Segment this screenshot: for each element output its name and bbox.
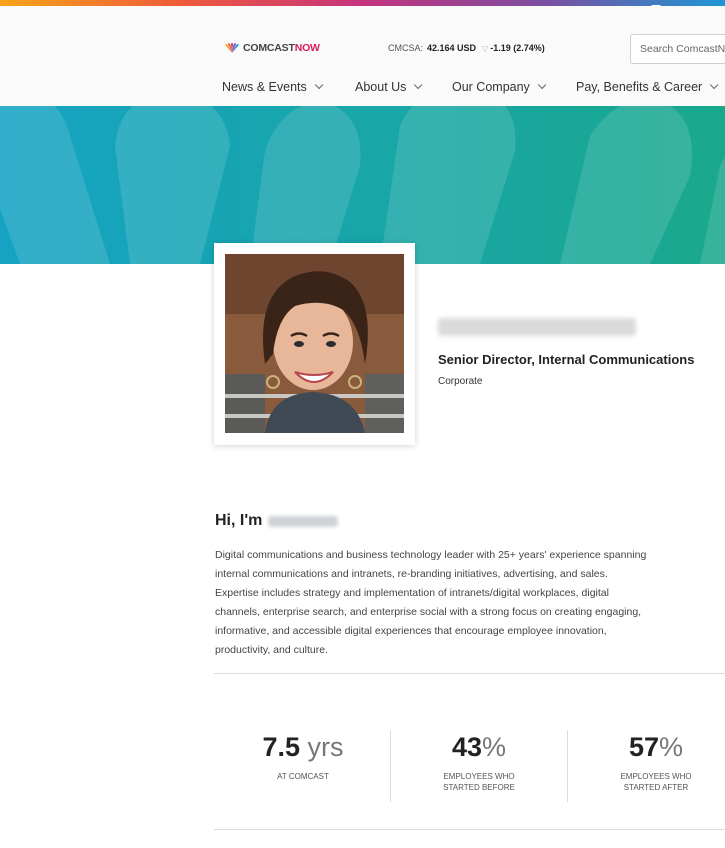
nav-label: Pay, Benefits & Career — [576, 80, 703, 94]
search-placeholder: Search ComcastNow — [640, 43, 725, 55]
bio-line: channels, enterprise search, and enterpr… — [215, 606, 642, 618]
peacock-icon — [225, 43, 239, 53]
logo-text-comcast: COMCAST — [243, 42, 295, 54]
stat-unit: % — [659, 732, 684, 762]
triangle-down-icon: ▽ — [482, 43, 489, 53]
stock-ticker: CMCSA: 42.164 USD ▽ -1.19 (2.74%) — [388, 43, 545, 53]
stat-separator — [567, 730, 568, 802]
nav-label: Our Company — [452, 80, 530, 94]
site-header: COMCAST NOW CMCSA: 42.164 USD ▽ -1.19 (2… — [0, 6, 725, 106]
stat-label: AT COMCAST — [277, 772, 329, 781]
nav-our-company[interactable]: Our Company — [452, 80, 547, 94]
redacted-first-name — [268, 515, 339, 527]
ticker-symbol: CMCSA: — [388, 43, 424, 53]
bio-line: Digital communications and business tech… — [215, 549, 647, 561]
stat-started-after: 57% EMPLOYEES WHO STARTED AFTER — [581, 730, 725, 793]
chevron-down-icon — [710, 80, 719, 90]
stat-number: 43 — [451, 732, 483, 762]
chevron-down-icon — [314, 80, 324, 90]
search-input[interactable]: Search ComcastNow — [630, 34, 725, 64]
stat-value: 43% — [404, 730, 554, 764]
hero-feather-pattern — [0, 106, 725, 264]
ticker-price: 42.164 USD — [427, 43, 477, 53]
stat-number: 57 — [628, 732, 660, 762]
stat-value: 57% — [581, 730, 725, 764]
greeting-text: Hi, I'm — [215, 512, 263, 529]
department: Corporate — [438, 376, 483, 387]
nav-news-events[interactable]: News & Events — [222, 80, 324, 94]
nav-pay-benefits-career[interactable]: Pay, Benefits & Career — [576, 80, 719, 94]
bio-line: informative, and accessible digital expe… — [215, 625, 607, 637]
profile-hero-banner — [0, 106, 725, 264]
stat-number: 7.5 — [262, 732, 301, 762]
stat-separator — [390, 730, 391, 802]
chevron-down-icon — [537, 80, 547, 90]
stat-started-before: 43% EMPLOYEES WHO STARTED BEFORE — [404, 730, 554, 793]
job-title: Senior Director, Internal Communications — [438, 352, 695, 367]
bio-text: Digital communications and business tech… — [215, 546, 725, 660]
bio-line: productivity, and culture. — [215, 644, 329, 656]
stat-unit: yrs — [307, 732, 344, 762]
logo-text-now: NOW — [294, 42, 320, 54]
bio-line: Expertise includes strategy and implemen… — [215, 587, 609, 599]
comcast-now-logo[interactable]: COMCAST NOW — [224, 42, 320, 54]
profile-photo-card — [214, 243, 415, 445]
redacted-name — [438, 318, 636, 336]
bio-line: internal communications and intranets, r… — [215, 568, 608, 580]
about-heading: Hi, I'm — [215, 512, 339, 530]
stats-bottom-divider — [214, 829, 725, 830]
nav-label: News & Events — [222, 80, 307, 94]
stat-value: 7.5 yrs — [228, 730, 378, 764]
ticker-change: -1.19 (2.74%) — [490, 43, 545, 53]
nav-about-us[interactable]: About Us — [355, 80, 423, 94]
stat-tenure: 7.5 yrs AT COMCAST — [228, 730, 378, 782]
stat-label: EMPLOYEES WHO STARTED BEFORE — [443, 772, 515, 792]
nav-label: About Us — [355, 80, 407, 94]
stats-top-divider — [214, 673, 725, 674]
stat-unit: % — [482, 732, 507, 762]
profile-photo — [225, 254, 404, 433]
chevron-down-icon — [414, 80, 423, 90]
stat-label: EMPLOYEES WHO STARTED AFTER — [620, 772, 692, 792]
